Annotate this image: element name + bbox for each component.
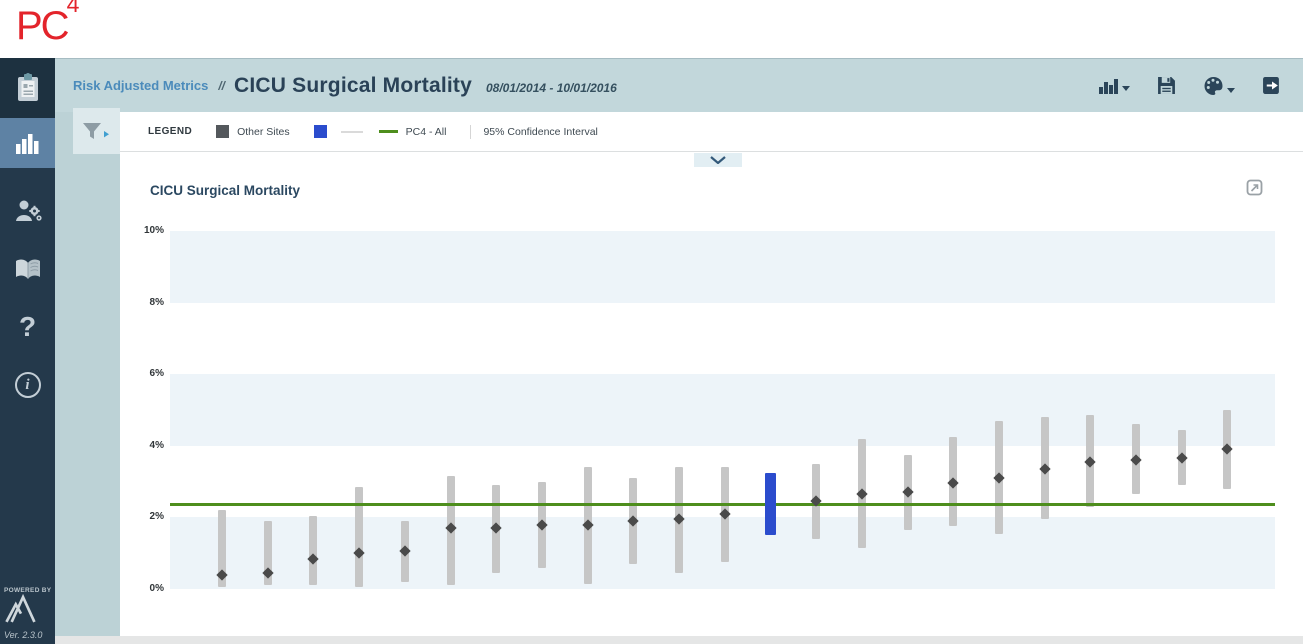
sidebar-footer: POWERED BY Ver. 2.3.0 [0,587,55,640]
sidebar-nav: ? i POWERED BY Ver. 2.3.0 [0,58,55,644]
logo-superscript: 4 [66,0,80,17]
legend-bar: LEGEND Other Sites PC4 - All 95% Confide… [120,112,1303,152]
chevron-down-icon [1227,87,1235,93]
header-actions [1099,76,1289,96]
legend-dash [340,130,363,133]
y-axis-tick-label: 10% [143,225,164,236]
my-site-ci-bar[interactable] [764,472,776,536]
user-gear-icon [15,200,42,221]
sidebar-item-reports[interactable] [0,58,55,118]
book-icon [15,259,40,279]
chart-type-button[interactable] [1099,77,1130,94]
legend-item-my-site [313,125,327,138]
logo-text: PC [16,4,70,48]
sidebar-item-help[interactable]: ? [0,298,55,356]
filter-toggle-button[interactable] [73,108,120,154]
y-axis-tick-label: 6% [149,368,164,380]
pc4-all-line-swatch [378,130,398,133]
y-axis-tick-label: 2% [149,511,164,523]
expand-icon [1246,179,1263,196]
pc4-all-reference-line [170,503,1275,507]
page-title: CICU Surgical Mortality [234,73,472,97]
y-axis-tick-label: 0% [149,583,164,594]
question-icon: ? [18,311,37,342]
export-button[interactable] [1262,76,1281,95]
expand-chart-button[interactable] [1246,179,1264,197]
save-button[interactable] [1157,76,1176,95]
plot-band [170,231,1275,303]
chart-panel: LEGEND Other Sites PC4 - All 95% Confide… [120,112,1303,636]
legend-label: PC4 - All [405,125,447,138]
legend-separator [470,124,472,139]
breadcrumb-link[interactable]: Risk Adjusted Metrics [73,78,208,93]
powered-by-label: POWERED BY [4,587,52,594]
chart-card: CICU Surgical Mortality 0% 2% 4% 6% 8% 10% [120,153,1303,636]
plot-area: 0% 2% 4% 6% 8% 10% [144,225,1275,594]
legend-title: LEGEND [148,126,193,137]
legend-item-other-sites: Other Sites [216,125,290,138]
breadcrumb-separator: // [218,78,226,93]
bottom-strip [55,636,1303,644]
chart-type-icon [1099,79,1118,94]
export-icon [1263,77,1279,94]
arbormetrix-logo-icon [5,593,36,623]
version-label: Ver. 2.3.0 [4,630,43,640]
y-axis-tick-label: 8% [149,296,164,308]
ci-bar[interactable] [309,515,318,586]
app-window: PC4 ? i POWERED BY Ver. 2.3.0 Risk Adjus… [0,0,1303,644]
filter-panel-strip [55,108,120,636]
sidebar-item-library[interactable] [0,240,55,298]
legend-item-pc4-all: PC4 - All [378,125,447,138]
palette-icon [1204,76,1223,95]
top-brand-strip: PC4 [0,0,1303,58]
date-range-label: 08/01/2014 - 10/01/2016 [485,80,617,95]
filter-funnel-icon [82,123,109,139]
legend-item-ci: 95% Confidence Interval [483,126,597,138]
other-sites-swatch [216,125,230,138]
sidebar-item-about[interactable]: i [0,356,55,414]
page-header: Risk Adjusted Metrics // CICU Surgical M… [55,58,1303,112]
clipboard-icon [17,73,38,101]
my-site-swatch [313,125,327,138]
chart-title: CICU Surgical Mortality [150,183,301,198]
sidebar-item-admin[interactable] [0,182,55,240]
save-icon [1158,77,1175,94]
pc4-logo: PC4 [0,0,80,48]
ci-bar[interactable] [355,486,364,588]
sidebar-item-metrics[interactable] [0,118,55,168]
legend-label: Other Sites [237,125,290,138]
palette-button[interactable] [1203,76,1235,96]
bar-chart-icon [15,134,38,154]
legend-label: 95% Confidence Interval [483,125,598,138]
chevron-down-icon [1122,86,1130,91]
y-axis-tick-label: 4% [149,439,164,451]
info-icon: i [14,372,41,398]
plot-band [170,374,1275,446]
